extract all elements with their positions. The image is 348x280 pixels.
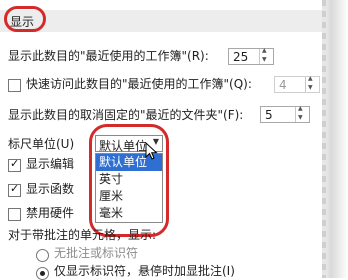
header-highlight-circle bbox=[4, 6, 46, 32]
recent-workbooks-spinner[interactable]: 25 bbox=[228, 47, 274, 65]
ruler-units-label: 标尺单位(U) bbox=[8, 137, 75, 151]
recent-workbooks-label: 显示此数目的"最近使用的工作簿"(R): bbox=[8, 49, 209, 63]
spinner-arrows-icon[interactable] bbox=[305, 75, 319, 92]
show-edit-checkbox[interactable] bbox=[8, 157, 21, 172]
mouse-pointer-icon bbox=[145, 142, 158, 160]
no-comments-radio[interactable] bbox=[36, 249, 49, 262]
section-header: 显示 bbox=[0, 10, 322, 32]
quick-access-checkbox[interactable] bbox=[8, 79, 21, 92]
spinner-arrows-icon[interactable] bbox=[295, 105, 309, 122]
disable-hardware-label: 禁用硬件 bbox=[26, 206, 75, 220]
no-comments-label: 无批注或标识符 bbox=[54, 246, 139, 260]
quick-access-value: 4 bbox=[279, 78, 287, 92]
show-function-checkbox[interactable] bbox=[8, 182, 21, 197]
dropdown-highlight-circle bbox=[89, 124, 169, 237]
quick-access-spinner[interactable]: 4 bbox=[274, 75, 320, 93]
show-function-label: 显示函数 bbox=[26, 182, 75, 196]
indicators-only-radio[interactable] bbox=[36, 267, 49, 280]
unpinned-folders-value: 5 bbox=[265, 108, 273, 122]
show-edit-label: 显示编辑 bbox=[26, 157, 75, 171]
comments-heading: 对于带批注的单元格，显示: bbox=[8, 228, 157, 242]
unpinned-folders-label: 显示此数目的取消固定的"最近的文件夹"(F): bbox=[8, 108, 244, 122]
quick-access-label: 快速访问此数目的"最近使用的工作簿"(Q): bbox=[26, 77, 252, 91]
torn-page-edge bbox=[322, 0, 348, 278]
spinner-arrows-icon[interactable] bbox=[259, 47, 273, 64]
recent-workbooks-value: 25 bbox=[233, 50, 249, 64]
unpinned-folders-spinner[interactable]: 5 bbox=[260, 105, 310, 123]
disable-hardware-checkbox[interactable] bbox=[8, 208, 21, 221]
indicators-only-label: 仅显示标识符，悬停时加显批注(I) bbox=[54, 264, 235, 278]
